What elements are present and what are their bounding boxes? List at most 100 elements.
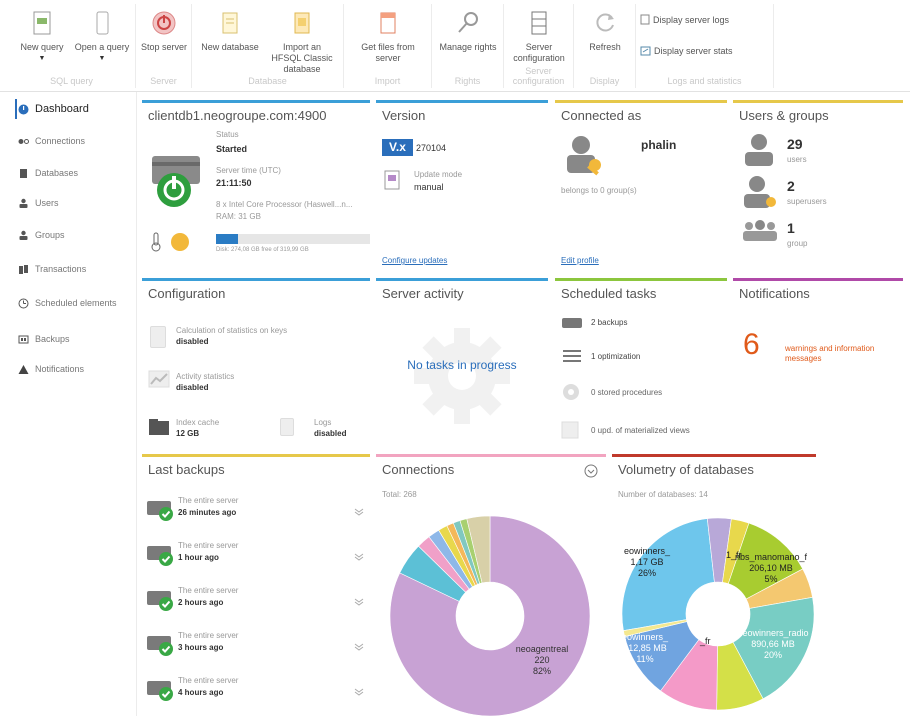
- get-files-label: Get files from server: [361, 42, 415, 63]
- backup-row[interactable]: The entire server 4 hours ago: [142, 672, 370, 712]
- group-membership: belongs to 0 group(s): [561, 186, 637, 195]
- ribbon-group-database: New database Import an HFSQL Classic dat…: [192, 4, 344, 88]
- volumetry-donut-chart: [622, 517, 815, 711]
- sidebar-item-scheduled[interactable]: Scheduled elements: [0, 292, 137, 314]
- backup-row[interactable]: The entire server 26 minutes ago: [142, 492, 370, 532]
- stop-server-button[interactable]: Stop server: [130, 6, 198, 53]
- server-config-button[interactable]: Server configuration: [505, 6, 573, 64]
- vol-label-1-size: 206,10 MB: [749, 563, 793, 573]
- sidebar-item-databases[interactable]: Databases: [0, 162, 137, 184]
- volumetry-title: Volumetry of databases: [618, 462, 754, 477]
- superuser-icon: [744, 176, 776, 208]
- transactions-icon: [19, 264, 28, 274]
- sidebar-label-backups: Backups: [35, 334, 70, 344]
- group-label: group: [787, 239, 808, 248]
- sidebar-item-notifications[interactable]: Notifications: [0, 358, 137, 380]
- server-time-value: 21:11:50: [216, 178, 252, 188]
- backup-drive-check-icon: [147, 591, 173, 611]
- group-title-sql: SQL query: [50, 76, 93, 86]
- expand-arrows-icon[interactable]: [354, 643, 364, 651]
- backup-time: 1 hour ago: [178, 553, 219, 562]
- server-tile: clientdb1.neogroupe.com:4900 Status Star…: [142, 100, 370, 272]
- backup-row[interactable]: The entire server 1 hour ago: [142, 537, 370, 577]
- version-badge: V.x: [382, 139, 413, 156]
- update-mode-label: Update mode: [414, 170, 463, 179]
- sidebar-item-users[interactable]: Users: [0, 192, 137, 214]
- manage-rights-button[interactable]: Manage rights: [434, 6, 502, 53]
- collapse-icon[interactable]: [584, 464, 598, 478]
- server-activity-title: Server activity: [382, 286, 464, 301]
- scheduled-views: 0 upd. of materialized views: [591, 426, 690, 435]
- edit-profile-link[interactable]: Edit profile: [561, 256, 599, 265]
- update-mode-value: manual: [414, 182, 444, 192]
- sidebar-item-dashboard[interactable]: Dashboard: [0, 98, 137, 120]
- user-key-icon: [567, 136, 601, 176]
- refresh-button[interactable]: Refresh: [571, 6, 639, 53]
- connected-title: Connected as: [561, 108, 642, 123]
- warning-icon: [18, 364, 29, 374]
- server-config-label: Server configuration: [513, 42, 565, 63]
- ribbon-group-import: Get files from server Import: [344, 4, 432, 88]
- notifications-text[interactable]: warnings and information messages: [785, 344, 897, 364]
- backup-drive-check-icon: [147, 681, 173, 701]
- status-label: Status: [216, 130, 239, 139]
- sidebar-item-backups[interactable]: Backups: [0, 328, 137, 350]
- vol-label-0-pct: 26%: [637, 568, 656, 578]
- configuration-title: Configuration: [148, 286, 226, 301]
- group-title-server: Server: [150, 76, 177, 86]
- sidebar-item-transactions[interactable]: Transactions: [0, 258, 137, 280]
- sidebar-item-groups[interactable]: Groups: [0, 224, 137, 246]
- expand-arrows-icon[interactable]: [354, 598, 364, 606]
- backup-row[interactable]: The entire server 3 hours ago: [142, 627, 370, 667]
- ribbon-group-rights: Manage rights Rights: [432, 4, 504, 88]
- new-query-dropdown-icon[interactable]: ▼: [8, 53, 76, 64]
- databases-count: Number of databases: 14: [618, 490, 708, 499]
- expand-arrows-icon[interactable]: [354, 553, 364, 561]
- refresh-icon: [596, 13, 614, 32]
- gear-icon: [414, 328, 510, 424]
- open-query-icon: [96, 11, 109, 35]
- update-icon: [384, 170, 400, 190]
- thermometer-icon: [151, 232, 161, 252]
- open-query-dropdown-icon[interactable]: ▼: [68, 53, 136, 64]
- get-files-button[interactable]: Get files from server: [354, 6, 422, 64]
- backup-row[interactable]: The entire server 2 hours ago: [142, 582, 370, 622]
- new-database-button[interactable]: New database: [196, 6, 264, 53]
- ram-info: RAM: 31 GB: [216, 212, 261, 221]
- scheduled-tasks-tile-bar: [555, 278, 727, 281]
- connections-total: Total: 268: [382, 490, 417, 499]
- expand-arrows-icon[interactable]: [354, 688, 364, 696]
- display-logs-button[interactable]: Display server logs: [640, 14, 729, 25]
- new-query-label: New query: [20, 42, 64, 52]
- display-stats-button[interactable]: Display server stats: [640, 46, 733, 56]
- vol-label-2: neowinners_radio 890,66 MB 20%: [728, 628, 818, 661]
- notifications-count[interactable]: 6: [743, 328, 760, 362]
- import-hfsql-button[interactable]: Import an HFSQL Classic database: [268, 6, 336, 75]
- sidebar-item-connections[interactable]: Connections: [0, 130, 137, 152]
- optimization-icon: [563, 350, 581, 362]
- backup-scope: The entire server: [178, 586, 239, 595]
- import-database-icon: [294, 12, 310, 34]
- ribbon: New query ▼ Open a query ▼ SQL query Sto…: [0, 0, 910, 92]
- version-tile-bar: [376, 100, 548, 103]
- sidebar-label-scheduled: Scheduled elements: [35, 298, 117, 308]
- configure-updates-link[interactable]: Configure updates: [382, 256, 447, 265]
- group-title-database: Database: [248, 76, 287, 86]
- materialized-view-icon: [561, 421, 579, 439]
- volumetry-tile: Volumetry of databases Number of databas…: [612, 454, 816, 716]
- sidebar-label-connections: Connections: [35, 136, 86, 146]
- vol-label-0: eowinners_ 1,17 GB 26%: [612, 546, 682, 579]
- refresh-label: Refresh: [589, 42, 621, 52]
- group-title-import: Import: [374, 76, 401, 86]
- new-query-button[interactable]: New query ▼: [8, 6, 76, 64]
- connected-username: phalin: [641, 138, 677, 152]
- backup-scope: The entire server: [178, 496, 239, 505]
- vol-label-2-name: neowinners_radio: [737, 628, 809, 638]
- open-query-button[interactable]: Open a query ▼: [68, 6, 136, 64]
- connections-label-name: neoagentreal: [515, 644, 569, 654]
- no-tasks-message: No tasks in progress: [407, 358, 517, 372]
- index-cache-value: 12 GB: [176, 429, 200, 438]
- backup-time: 3 hours ago: [178, 643, 224, 652]
- expand-arrows-icon[interactable]: [354, 508, 364, 516]
- vol-label-3: eowinners_ 512,85 MB 11%: [612, 632, 678, 665]
